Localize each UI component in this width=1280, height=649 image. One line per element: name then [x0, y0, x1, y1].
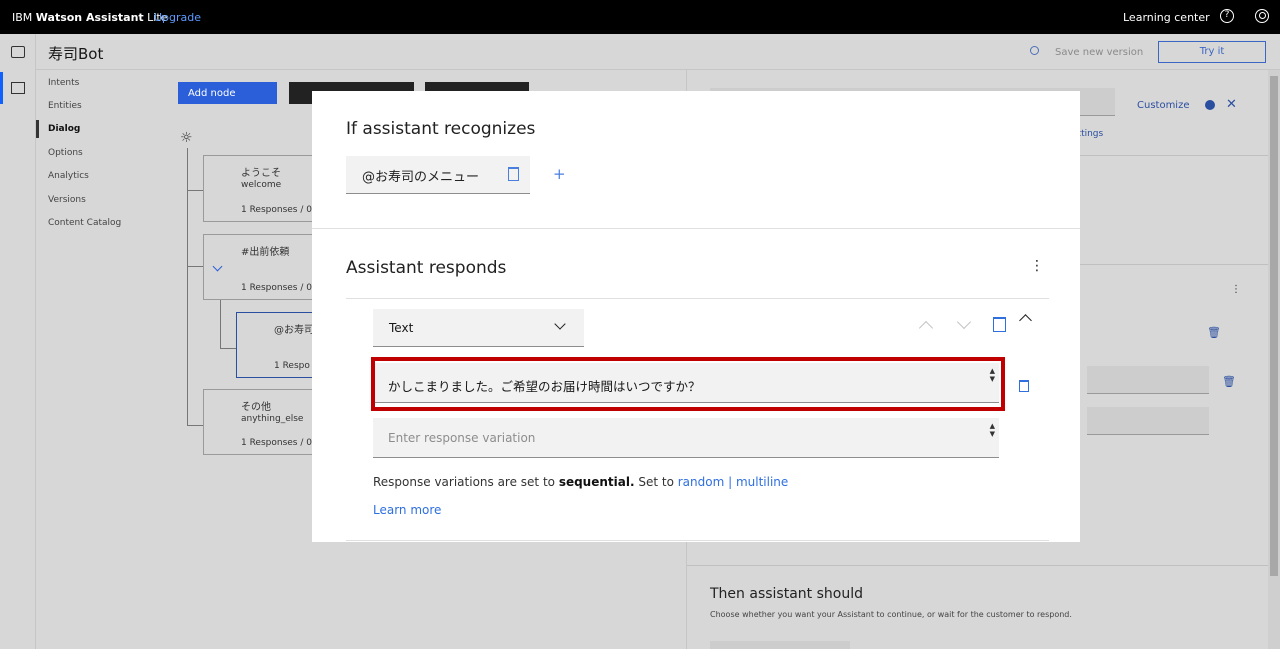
- gear-icon[interactable]: [1205, 100, 1215, 110]
- node-title: @お寿司: [274, 325, 314, 336]
- add-condition-icon[interactable]: +: [553, 165, 566, 183]
- trash-icon[interactable]: [1019, 380, 1029, 392]
- node-footer: 1 Responses / 0 c: [241, 283, 320, 293]
- chevron-down-icon: [554, 318, 566, 330]
- skill-sidebar: Intents Entities Dialog Options Analytic…: [36, 70, 172, 649]
- move-down-icon[interactable]: [956, 314, 972, 330]
- sidebar-item-versions[interactable]: Versions: [48, 195, 86, 205]
- sidebar-active-indicator: [36, 120, 39, 138]
- sidebar-item-content-catalog[interactable]: Content Catalog: [48, 218, 121, 228]
- watson-logo-icon: ☼: [180, 130, 193, 146]
- response-type-select[interactable]: Text: [373, 309, 584, 347]
- variation-placeholder: Enter response variation: [388, 431, 536, 445]
- recognizes-heading: If assistant recognizes: [346, 119, 536, 139]
- skills-icon[interactable]: [11, 82, 25, 94]
- condition-chip[interactable]: @お寿司のメニュー: [346, 156, 530, 194]
- skill-title-bar: 寿司Bot Save new version Try it: [36, 34, 1280, 70]
- product-brand: IBM Watson Assistant Lite: [12, 11, 168, 24]
- trash-icon[interactable]: [508, 167, 519, 181]
- page-title: 寿司Bot: [48, 45, 104, 63]
- node-detail-modal: If assistant recognizes @お寿司のメニュー + Assi…: [312, 91, 1080, 542]
- scrollbar[interactable]: [1268, 70, 1280, 649]
- sidebar-item-dialog[interactable]: Dialog: [48, 124, 80, 134]
- move-up-icon[interactable]: [918, 320, 934, 336]
- response-type-value: Text: [389, 321, 414, 335]
- random-link[interactable]: random: [678, 475, 725, 489]
- scrollbar-thumb[interactable]: [1270, 76, 1278, 576]
- then-description: Choose whether you want your Assistant t…: [710, 610, 1072, 619]
- add-node-button[interactable]: Add node: [178, 82, 277, 104]
- node-title: #出前依頼: [241, 247, 290, 258]
- dialog-node-selected[interactable]: @お寿司 1 Respo: [236, 312, 323, 378]
- responds-heading: Assistant responds: [346, 258, 507, 278]
- dialog-node[interactable]: ようこそ welcome 1 Responses / 0 c: [203, 155, 323, 222]
- node-footer: 1 Responses / 0 c: [241, 438, 320, 448]
- kebab-icon[interactable]: ⋮: [1231, 284, 1241, 295]
- node-title: ようこそ: [241, 168, 281, 179]
- close-icon[interactable]: ✕: [1226, 97, 1237, 112]
- stepper-icon[interactable]: ▲ ▼: [990, 422, 995, 438]
- section-divider: [346, 540, 1049, 541]
- multiline-link[interactable]: multiline: [736, 475, 788, 489]
- sidebar-item-entities[interactable]: Entities: [48, 101, 82, 111]
- rail-active-indicator: [0, 72, 3, 104]
- chevron-down-icon[interactable]: [212, 261, 223, 272]
- node-footer: 1 Responses / 0 c: [241, 205, 320, 215]
- user-profile-icon[interactable]: [1255, 9, 1269, 23]
- try-it-button[interactable]: Try it: [1158, 41, 1266, 63]
- chevron-up-icon[interactable]: [1019, 314, 1032, 327]
- learning-center-link[interactable]: Learning center: [1123, 11, 1210, 24]
- sidebar-item-options[interactable]: Options: [48, 148, 83, 158]
- sidebar-item-analytics[interactable]: Analytics: [48, 171, 89, 181]
- chat-icon[interactable]: [11, 46, 25, 58]
- upgrade-link[interactable]: Upgrade: [154, 11, 201, 24]
- section-divider: [312, 228, 1080, 229]
- condition-label: @お寿司のメニュー: [362, 170, 480, 185]
- dialog-node[interactable]: その他 anything_else 1 Responses / 0 c: [203, 389, 323, 455]
- node-title: その他: [241, 402, 271, 413]
- then-select[interactable]: [710, 641, 850, 649]
- trash-icon[interactable]: [993, 317, 1006, 332]
- response-variation-input[interactable]: Enter response variation ▲ ▼: [373, 418, 999, 458]
- node-id: welcome: [241, 180, 282, 190]
- kebab-icon[interactable]: ⋮: [1030, 259, 1044, 273]
- trash-icon[interactable]: 🗑: [1207, 326, 1221, 339]
- response-input[interactable]: [1087, 366, 1209, 394]
- search-icon[interactable]: [1030, 46, 1039, 55]
- trash-icon[interactable]: 🗑: [1222, 375, 1236, 388]
- top-bar: IBM Watson Assistant Lite Upgrade Learni…: [0, 0, 1280, 34]
- help-icon[interactable]: ?: [1220, 9, 1234, 23]
- dialog-node[interactable]: #出前依頼 1 Responses / 0 c: [203, 234, 323, 300]
- node-footer: 1 Respo: [274, 361, 310, 371]
- sidebar-item-intents[interactable]: Intents: [48, 78, 79, 88]
- left-icon-rail: [0, 34, 36, 649]
- save-new-version-button[interactable]: Save new version: [1055, 47, 1143, 58]
- node-id: anything_else: [241, 414, 304, 424]
- customize-link[interactable]: Customize: [1137, 100, 1190, 111]
- response-variation-input[interactable]: [1087, 407, 1209, 435]
- variation-info: Response variations are set to sequentia…: [373, 475, 789, 489]
- highlight-box: [371, 357, 1005, 411]
- section-divider: [346, 298, 1049, 299]
- learn-more-link[interactable]: Learn more: [373, 503, 441, 517]
- then-title: Then assistant should: [710, 586, 863, 602]
